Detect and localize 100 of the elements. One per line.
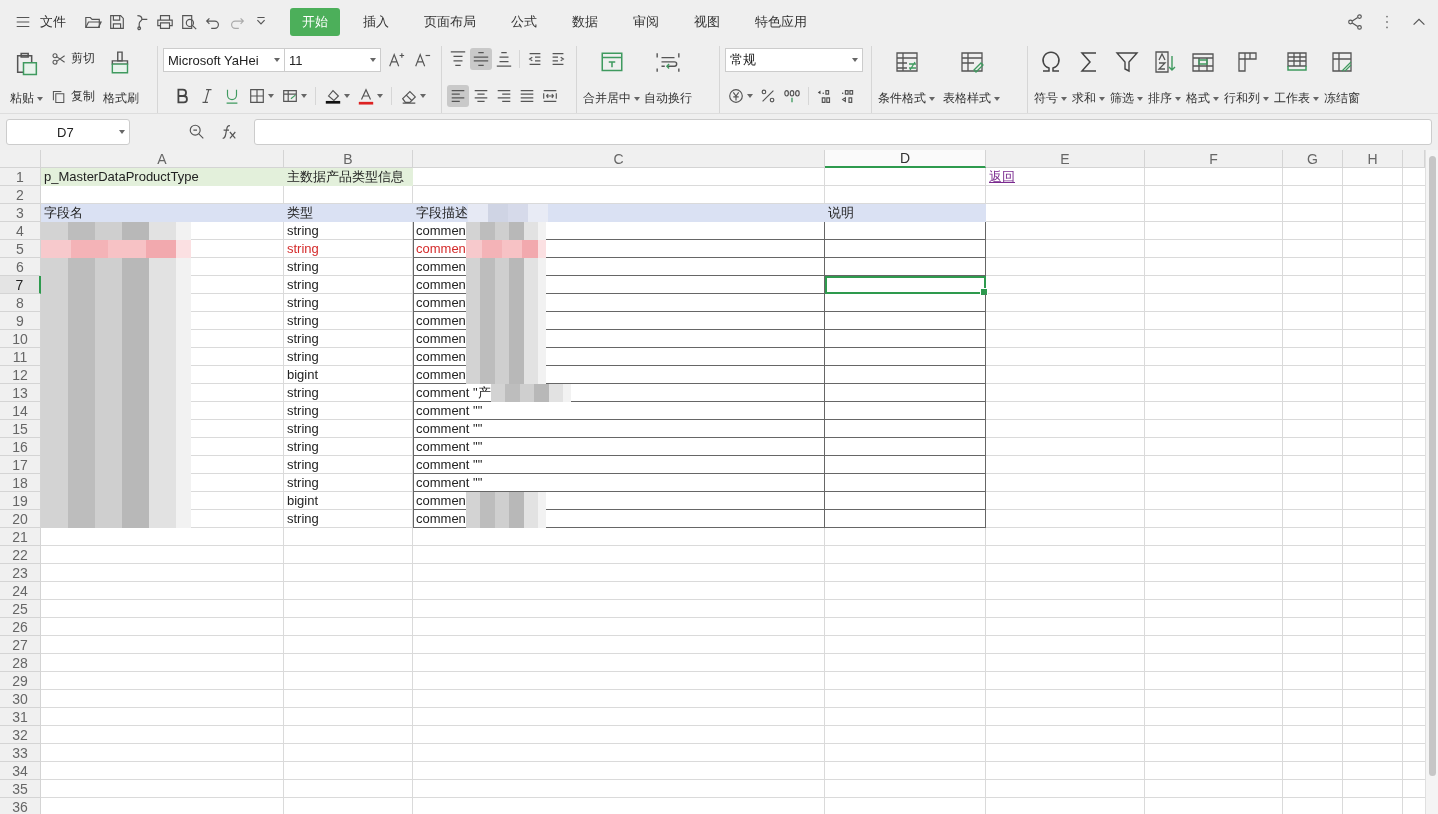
align-middle-button[interactable] bbox=[470, 48, 492, 70]
table-cell[interactable] bbox=[825, 348, 986, 366]
column-header[interactable]: E bbox=[986, 150, 1145, 168]
filter-button[interactable]: 筛选 bbox=[1109, 46, 1144, 113]
wrap-text-button[interactable]: 自动换行 bbox=[643, 46, 693, 113]
table-cell[interactable]: string bbox=[284, 402, 413, 420]
table-cell[interactable]: commen bbox=[413, 312, 825, 330]
column-header[interactable]: D bbox=[825, 150, 986, 168]
row-header[interactable]: 3 bbox=[0, 204, 41, 222]
selected-cell[interactable] bbox=[825, 276, 986, 294]
table-cell[interactable]: string bbox=[284, 312, 413, 330]
vertical-scrollbar[interactable] bbox=[1425, 150, 1438, 814]
table-cell[interactable]: commen bbox=[413, 510, 825, 528]
table-cell[interactable]: comment "" bbox=[413, 420, 825, 438]
align-left-button[interactable] bbox=[447, 85, 469, 107]
row-header[interactable]: 9 bbox=[0, 312, 41, 330]
name-box[interactable]: D7 bbox=[6, 119, 130, 145]
row-header[interactable]: 31 bbox=[0, 708, 41, 726]
preview-icon[interactable] bbox=[180, 13, 198, 31]
freeze-button[interactable]: 冻结窗 bbox=[1323, 46, 1361, 113]
row-header[interactable]: 36 bbox=[0, 798, 41, 814]
table-cell[interactable]: 返回 bbox=[986, 168, 1145, 186]
row-header[interactable]: 10 bbox=[0, 330, 41, 348]
rows-cols-button[interactable]: 行和列 bbox=[1223, 46, 1270, 113]
row-header[interactable]: 11 bbox=[0, 348, 41, 366]
paste-button[interactable]: 粘贴 bbox=[9, 46, 44, 113]
table-style-button[interactable]: 表格样式 bbox=[942, 46, 1001, 113]
back-link[interactable]: 返回 bbox=[989, 167, 1015, 186]
font-grow-icon[interactable] bbox=[387, 51, 405, 69]
table-cell[interactable] bbox=[825, 330, 986, 348]
row-header[interactable]: 7 bbox=[0, 276, 41, 294]
merge-center-button[interactable]: 合并居中 bbox=[582, 46, 641, 113]
table-cell[interactable] bbox=[825, 438, 986, 456]
row-header[interactable]: 15 bbox=[0, 420, 41, 438]
table-cell[interactable]: string bbox=[284, 474, 413, 492]
table-cell[interactable] bbox=[825, 240, 986, 258]
table-cell[interactable] bbox=[825, 492, 986, 510]
column-header[interactable]: F bbox=[1145, 150, 1283, 168]
thousands-icon[interactable] bbox=[783, 87, 801, 105]
table-cell[interactable]: commen bbox=[413, 366, 825, 384]
printer-icon[interactable] bbox=[156, 13, 174, 31]
row-header[interactable]: 12 bbox=[0, 366, 41, 384]
row-header[interactable]: 24 bbox=[0, 582, 41, 600]
table-cell[interactable]: commen bbox=[413, 258, 825, 276]
row-header[interactable]: 4 bbox=[0, 222, 41, 240]
row-header[interactable]: 21 bbox=[0, 528, 41, 546]
save-icon[interactable] bbox=[108, 13, 126, 31]
table-cell[interactable] bbox=[825, 510, 986, 528]
function-icon[interactable] bbox=[220, 123, 238, 141]
ribbon-tab[interactable]: 数据 bbox=[560, 8, 610, 36]
ribbon-tab[interactable]: 审阅 bbox=[621, 8, 671, 36]
row-header[interactable]: 1 bbox=[0, 168, 41, 186]
row-header[interactable]: 29 bbox=[0, 672, 41, 690]
table-cell[interactable]: string bbox=[284, 510, 413, 528]
ribbon-tab[interactable]: 公式 bbox=[499, 8, 549, 36]
row-header[interactable]: 32 bbox=[0, 726, 41, 744]
table-cell[interactable]: commen bbox=[413, 330, 825, 348]
format-button[interactable]: 格式 bbox=[1185, 46, 1220, 113]
row-header[interactable]: 22 bbox=[0, 546, 41, 564]
row-header[interactable]: 19 bbox=[0, 492, 41, 510]
row-header[interactable]: 13 bbox=[0, 384, 41, 402]
format-painter-button[interactable]: 格式刷 bbox=[102, 46, 140, 113]
table-cell[interactable]: string bbox=[284, 456, 413, 474]
row-header[interactable]: 34 bbox=[0, 762, 41, 780]
table-cell[interactable]: string bbox=[284, 348, 413, 366]
row-header[interactable]: 2 bbox=[0, 186, 41, 204]
table-cell[interactable] bbox=[825, 258, 986, 276]
sheet-button[interactable]: 工作表 bbox=[1273, 46, 1320, 113]
row-header[interactable]: 27 bbox=[0, 636, 41, 654]
table-cell[interactable]: commen bbox=[413, 222, 825, 240]
table-cell[interactable]: string bbox=[284, 438, 413, 456]
table-cell[interactable]: commen bbox=[413, 348, 825, 366]
percent-icon[interactable] bbox=[759, 87, 777, 105]
zoom-icon[interactable] bbox=[188, 123, 206, 141]
cut-button[interactable]: 剪切 bbox=[48, 48, 98, 69]
column-header[interactable]: A bbox=[41, 150, 284, 168]
table-cell[interactable] bbox=[825, 366, 986, 384]
table-cell[interactable] bbox=[825, 420, 986, 438]
sort-button[interactable]: 排序 bbox=[1147, 46, 1182, 113]
ribbon-tab[interactable]: 视图 bbox=[682, 8, 732, 36]
table-cell[interactable] bbox=[825, 384, 986, 402]
font-shrink-icon[interactable] bbox=[413, 51, 431, 69]
row-header[interactable]: 28 bbox=[0, 654, 41, 672]
table-cell[interactable] bbox=[825, 312, 986, 330]
share-icon[interactable] bbox=[1346, 13, 1364, 31]
row-header[interactable]: 8 bbox=[0, 294, 41, 312]
table-cell[interactable]: string bbox=[284, 384, 413, 402]
column-header[interactable]: H bbox=[1343, 150, 1403, 168]
row-header[interactable]: 18 bbox=[0, 474, 41, 492]
font-size-field[interactable]: 11 bbox=[284, 48, 381, 72]
table-cell[interactable] bbox=[825, 474, 986, 492]
table-cell[interactable]: comment "" bbox=[413, 438, 825, 456]
formula-input-field[interactable] bbox=[254, 119, 1432, 145]
row-header[interactable]: 5 bbox=[0, 240, 41, 258]
row-header[interactable]: 16 bbox=[0, 438, 41, 456]
row-header[interactable]: 20 bbox=[0, 510, 41, 528]
table-cell[interactable] bbox=[825, 222, 986, 240]
table-cell[interactable]: string bbox=[284, 258, 413, 276]
table-cell[interactable]: commen bbox=[413, 492, 825, 510]
ribbon-tab[interactable]: 插入 bbox=[351, 8, 401, 36]
